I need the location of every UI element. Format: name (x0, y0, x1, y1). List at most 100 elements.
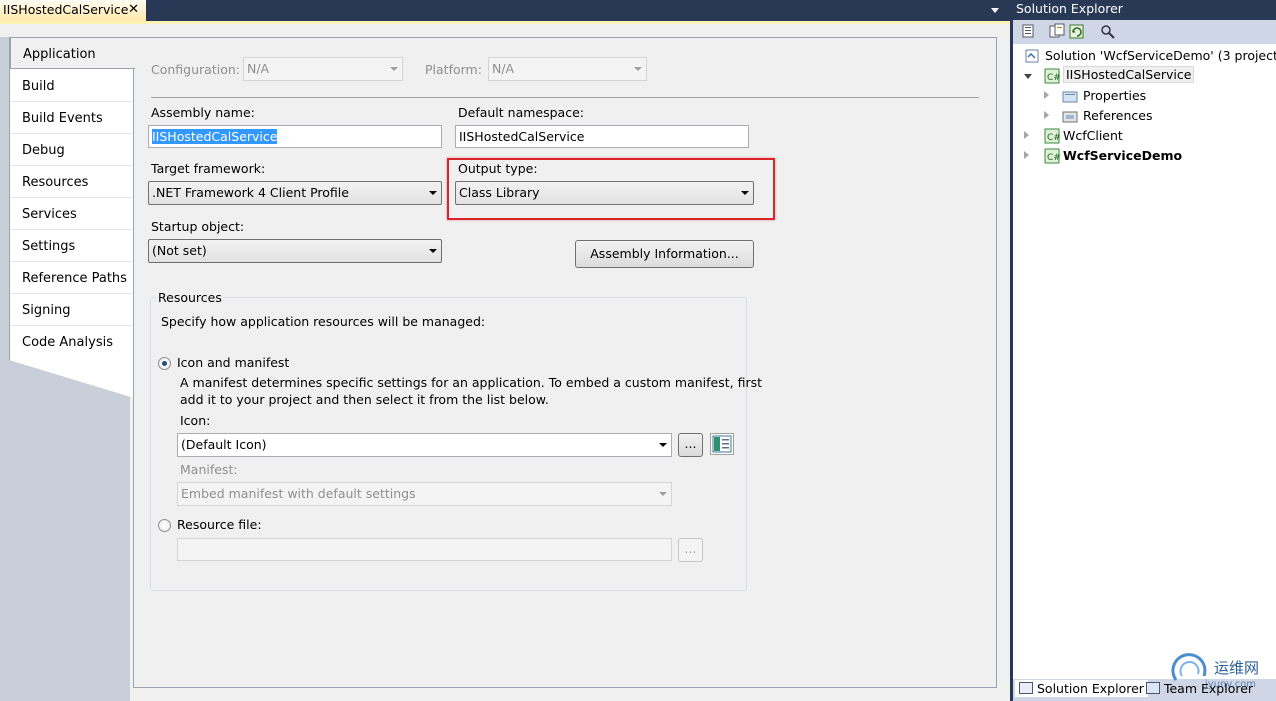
solution-explorer-title: Solution Explorer (1016, 1, 1123, 16)
assembly-information-button[interactable]: Assembly Information... (575, 240, 754, 268)
assembly-name-value: IISHostedCalService (152, 129, 278, 144)
configuration-select: N/A (243, 57, 403, 81)
configuration-label: Configuration: (151, 62, 240, 77)
tree-item-solution[interactable]: Solution 'WcfServiceDemo' (3 projects) (1021, 46, 1276, 66)
tab-label: Settings (22, 239, 76, 254)
tab-label: Reference Paths (22, 271, 127, 286)
tab-label: Code Analysis (22, 335, 113, 350)
manifest-description-line-2: add it to your project and then select i… (180, 392, 549, 407)
chevron-down-icon (429, 191, 437, 195)
close-icon[interactable]: ✕ (128, 2, 139, 17)
divider (151, 97, 979, 98)
manifest-select-value: Embed manifest with default settings (181, 486, 416, 501)
document-tab-title: IISHostedCalService (3, 2, 129, 17)
tree-item-references[interactable]: References (1021, 106, 1271, 126)
chevron-down-icon (429, 249, 437, 253)
watermark-text: 运维网 (1214, 659, 1260, 677)
svg-text:C#: C# (1047, 133, 1060, 143)
document-tabstrip: IISHostedCalService ✕ (0, 0, 1010, 21)
default-namespace-field[interactable]: IISHostedCalService (455, 125, 749, 148)
tree-item-label: WcfServiceDemo (1063, 148, 1183, 163)
tab-signing[interactable]: Signing (10, 294, 133, 326)
tab-settings[interactable]: Settings (10, 230, 133, 262)
tab-services[interactable]: Services (10, 198, 133, 230)
tab-application[interactable]: Application (10, 37, 135, 69)
target-framework-select[interactable]: .NET Framework 4 Client Profile (148, 181, 442, 205)
svg-text:C#: C# (1047, 153, 1060, 163)
csharp-project-icon: C# (1044, 128, 1061, 144)
tab-label: Signing (22, 303, 71, 318)
tree-item-label: Solution 'WcfServiceDemo' (3 projects) (1045, 48, 1276, 63)
project-properties-page: Application Build Build Events Debug Res… (0, 24, 1010, 701)
icon-label: Icon: (180, 413, 211, 428)
properties-folder-icon (1062, 88, 1078, 104)
default-namespace-label: Default namespace: (458, 105, 584, 120)
tree-item-iishostedcalservice[interactable]: C# IISHostedCalService (1021, 66, 1271, 86)
tree-item-properties[interactable]: Properties (1021, 86, 1271, 106)
tab-build[interactable]: Build (10, 70, 133, 102)
tab-label: Debug (22, 143, 65, 158)
tab-reference-paths[interactable]: Reference Paths (10, 262, 133, 294)
resource-file-radio[interactable] (158, 519, 171, 532)
resource-file-browse-button: ... (678, 538, 703, 562)
tab-list-dropdown-icon[interactable] (991, 5, 1001, 15)
tree-item-label: IISHostedCalService (1063, 66, 1195, 83)
solution-explorer-toolbar (1013, 20, 1276, 44)
resources-description: Specify how application resources will b… (161, 314, 486, 329)
solution-tree: Solution 'WcfServiceDemo' (3 projects) C… (1013, 44, 1276, 679)
application-settings-panel: Configuration: N/A Platform: N/A Assembl… (133, 37, 997, 688)
expand-icon[interactable] (1044, 91, 1049, 99)
watermark-subtext: iyunv.com (1205, 679, 1257, 690)
team-explorer-icon (1146, 682, 1160, 694)
document-tab[interactable]: IISHostedCalService ✕ (0, 0, 146, 21)
tab-debug[interactable]: Debug (10, 134, 133, 166)
refresh-icon[interactable] (1068, 23, 1086, 40)
csharp-project-icon: C# (1044, 68, 1061, 84)
tab-label: Application (23, 47, 96, 62)
collapse-icon[interactable] (1024, 74, 1032, 79)
solution-icon (1024, 48, 1040, 64)
document-area: IISHostedCalService ✕ Application Build … (0, 0, 1010, 701)
chevron-down-icon (390, 67, 398, 71)
startup-object-value: (Not set) (152, 243, 207, 258)
tree-item-label: References (1083, 108, 1153, 123)
assembly-name-label: Assembly name: (151, 105, 255, 120)
manifest-label: Manifest: (180, 462, 238, 477)
resources-group-title: Resources (156, 290, 224, 305)
icon-manifest-label: Icon and manifest (177, 355, 290, 370)
manifest-select: Embed manifest with default settings (177, 482, 672, 506)
platform-select: N/A (488, 57, 647, 81)
target-framework-label: Target framework: (151, 161, 266, 176)
expand-icon[interactable] (1024, 131, 1029, 139)
target-framework-value: .NET Framework 4 Client Profile (152, 185, 349, 200)
resource-file-label: Resource file: (177, 517, 262, 532)
tab-label: Services (22, 207, 77, 222)
properties-icon[interactable] (1048, 23, 1066, 40)
tab-build-events[interactable]: Build Events (10, 102, 133, 134)
expand-icon[interactable] (1044, 111, 1049, 119)
tab-label: Build (22, 79, 55, 94)
solution-explorer-panel: Solution Explorer Solution 'WcfServiceDe… (1010, 0, 1276, 701)
icon-select-value: (Default Icon) (181, 437, 267, 452)
tab-solution-explorer[interactable]: Solution Explorer (1015, 680, 1148, 697)
tab-code-analysis[interactable]: Code Analysis (10, 326, 133, 358)
icon-select[interactable]: (Default Icon) (177, 433, 672, 457)
icon-preview-icon (710, 433, 734, 455)
tab-resources[interactable]: Resources (10, 166, 133, 198)
tab-label: Solution Explorer (1036, 681, 1144, 696)
expand-icon[interactable] (1024, 151, 1029, 159)
startup-object-select[interactable]: (Not set) (148, 239, 442, 263)
view-class-diagram-icon[interactable] (1099, 23, 1117, 40)
icon-manifest-radio[interactable] (158, 357, 171, 370)
tree-item-wcfclient[interactable]: C# WcfClient (1021, 126, 1271, 146)
configuration-value: N/A (247, 61, 270, 76)
chevron-down-icon (634, 67, 642, 71)
svg-text:C#: C# (1047, 73, 1060, 83)
platform-value: N/A (492, 61, 515, 76)
assembly-name-field[interactable]: IISHostedCalService (148, 125, 442, 148)
tree-item-wcfservicedemo[interactable]: C# WcfServiceDemo (1021, 146, 1271, 166)
tree-item-label: WcfClient (1063, 128, 1123, 143)
icon-browse-button[interactable]: ... (678, 433, 703, 457)
output-type-highlight-box (447, 158, 775, 220)
show-all-files-icon[interactable] (1020, 23, 1038, 40)
